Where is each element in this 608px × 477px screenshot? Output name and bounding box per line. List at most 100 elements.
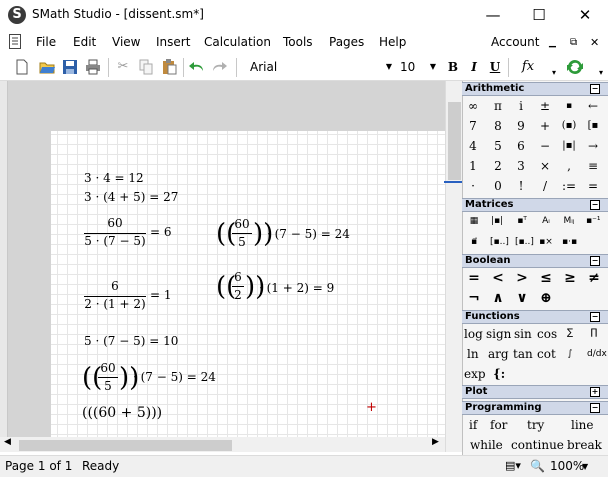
prog-break-button[interactable]: break [567, 438, 602, 452]
expression-line-1[interactable]: 3 · 4 = 12 [84, 171, 144, 185]
digit-5-button[interactable]: 5 [487, 137, 509, 155]
programming-panel-header[interactable]: Programming − [462, 401, 608, 415]
bool-and-button[interactable]: ∧ [487, 289, 509, 307]
insert-function-button[interactable]: fx [516, 58, 540, 76]
menu-calculation[interactable]: Calculation [204, 35, 271, 49]
bool-or-button[interactable]: ∨ [511, 289, 533, 307]
matrix-inverse-icon[interactable]: ▪⁻¹ [586, 215, 600, 227]
zoom-chevron-icon[interactable]: ▼ [582, 462, 588, 471]
open-folder-icon[interactable] [38, 58, 56, 76]
worksheet-area[interactable] [0, 81, 445, 437]
cross-product-icon[interactable]: ▪× [539, 236, 553, 248]
digit-1-button[interactable]: 1 [462, 157, 484, 175]
fn-log-button[interactable]: log [464, 327, 483, 341]
fraction-5-tail[interactable]: · (7 − 5) = 24 [133, 370, 216, 384]
boolean-panel-header[interactable]: Boolean − [462, 254, 608, 268]
sum-icon[interactable]: ∑ [563, 327, 577, 339]
digit-6-button[interactable]: 6 [510, 137, 532, 155]
undo-icon[interactable] [188, 58, 206, 76]
absolute-value-button[interactable]: |▪| [558, 137, 580, 155]
app-icon[interactable]: S [8, 6, 26, 24]
horizontal-scroll-thumb[interactable] [19, 440, 232, 451]
document-menu-icon[interactable] [9, 34, 21, 49]
prog-continue-button[interactable]: continue [511, 438, 564, 452]
prog-line-button[interactable]: line [571, 418, 594, 432]
infinity-button[interactable]: ∞ [462, 97, 484, 115]
digit-3-button[interactable]: 3 [510, 157, 532, 175]
fn-cos-button[interactable]: cos [537, 327, 557, 341]
bool-xor-button[interactable]: ⊕ [535, 289, 557, 307]
horizontal-scrollbar[interactable]: ◀ ▶ [0, 437, 445, 452]
overflow-chevron-icon[interactable]: ▾ [545, 64, 563, 82]
fn-exp-button[interactable]: exp [464, 367, 486, 381]
plus-button[interactable]: + [534, 117, 556, 135]
bool-greater-equal-button[interactable]: ≥ [559, 269, 581, 287]
fn-system-button[interactable]: {: [493, 367, 505, 381]
derivative-icon[interactable]: d/dx [587, 348, 607, 360]
close-button[interactable]: ✕ [562, 0, 608, 31]
fraction-3-numerator[interactable]: 6 [84, 279, 146, 293]
multiply-button[interactable]: × [534, 157, 556, 175]
new-file-icon[interactable] [13, 58, 31, 76]
stepped-range-icon[interactable]: [▪..] [515, 236, 534, 248]
overflow-chevron-icon[interactable]: ▾ [592, 64, 608, 82]
vertical-scroll-thumb[interactable] [448, 102, 461, 180]
digit-2-button[interactable]: 2 [487, 157, 509, 175]
bold-button[interactable]: B [444, 58, 462, 76]
transpose-icon[interactable]: ▪ᵀ [515, 215, 529, 227]
bool-less-equal-button[interactable]: ≤ [535, 269, 557, 287]
matrices-panel-header[interactable]: Matrices − [462, 198, 608, 212]
mdi-restore-icon[interactable]: ⧉ [570, 37, 577, 48]
collapse-icon[interactable]: − [590, 403, 600, 413]
determinant-icon[interactable]: |▪| [490, 215, 504, 227]
bool-less-button[interactable]: < [487, 269, 509, 287]
arrow-left-button[interactable]: ← [582, 97, 604, 115]
expression-line-5[interactable]: 5 · (7 − 5) = 10 [84, 334, 178, 348]
menu-pages[interactable]: Pages [329, 35, 364, 49]
zoom-icon[interactable]: 🔍 [530, 459, 545, 473]
collapse-icon[interactable]: − [590, 256, 600, 266]
menu-help[interactable]: Help [379, 35, 406, 49]
scroll-left-icon[interactable]: ◀ [4, 437, 11, 447]
subscript-button[interactable]: ▪ [558, 97, 580, 115]
parentheses-button[interactable]: (▪) [558, 117, 580, 135]
range-icon[interactable]: [▪..] [490, 236, 509, 248]
minus-button[interactable]: − [534, 137, 556, 155]
fn-ln-button[interactable]: ln [467, 347, 479, 361]
expression-line-7[interactable]: (((60 + 5))) [82, 405, 162, 421]
font-size-select[interactable]: 10 ▼ [397, 57, 439, 77]
calculate-refresh-icon[interactable] [566, 58, 584, 76]
maximize-button[interactable]: ☐ [516, 0, 562, 31]
print-icon[interactable] [84, 58, 102, 76]
bool-not-button[interactable]: ¬ [463, 289, 485, 307]
equivalent-button[interactable]: ≡ [582, 157, 604, 175]
fn-arg-button[interactable]: arg [488, 347, 509, 361]
plus-minus-button[interactable]: ± [534, 97, 556, 115]
prog-if-button[interactable]: if [469, 418, 477, 432]
vector-icon[interactable]: ▪⃗ [467, 236, 481, 248]
fraction-4-tail[interactable]: · (1 + 2) = 9 [259, 281, 334, 295]
digit-9-button[interactable]: 9 [510, 117, 532, 135]
underline-button[interactable]: U [486, 58, 504, 76]
prog-while-button[interactable]: while [470, 438, 503, 452]
decimal-point-button[interactable]: · [462, 177, 484, 195]
assign-button[interactable]: := [558, 177, 580, 195]
fraction-1-numerator[interactable]: 60 [84, 216, 146, 230]
font-family-select[interactable]: Arial ▼ [247, 57, 395, 77]
menu-insert[interactable]: Insert [156, 35, 190, 49]
menu-tools[interactable]: Tools [283, 35, 313, 49]
fraction-2-denominator[interactable]: 5 [232, 235, 252, 249]
mdi-minimize-icon[interactable]: ▁ [549, 38, 556, 48]
fraction-3-denominator[interactable]: 2 · (1 + 2) [84, 297, 146, 311]
element-icon[interactable]: Mᵢⱼ [562, 215, 576, 227]
fraction-4-denominator[interactable]: 2 [232, 288, 244, 302]
save-icon[interactable] [61, 58, 79, 76]
fraction-2-tail[interactable]: · (7 − 5) = 24 [267, 227, 350, 241]
collapse-icon[interactable]: − [590, 84, 600, 94]
fraction-4-numerator[interactable]: 6 [232, 270, 244, 284]
bool-equal-button[interactable]: = [463, 269, 485, 287]
collapse-icon[interactable]: − [590, 312, 600, 322]
redo-icon[interactable] [210, 58, 228, 76]
factorial-button[interactable]: ! [510, 177, 532, 195]
italic-button[interactable]: I [465, 58, 483, 76]
